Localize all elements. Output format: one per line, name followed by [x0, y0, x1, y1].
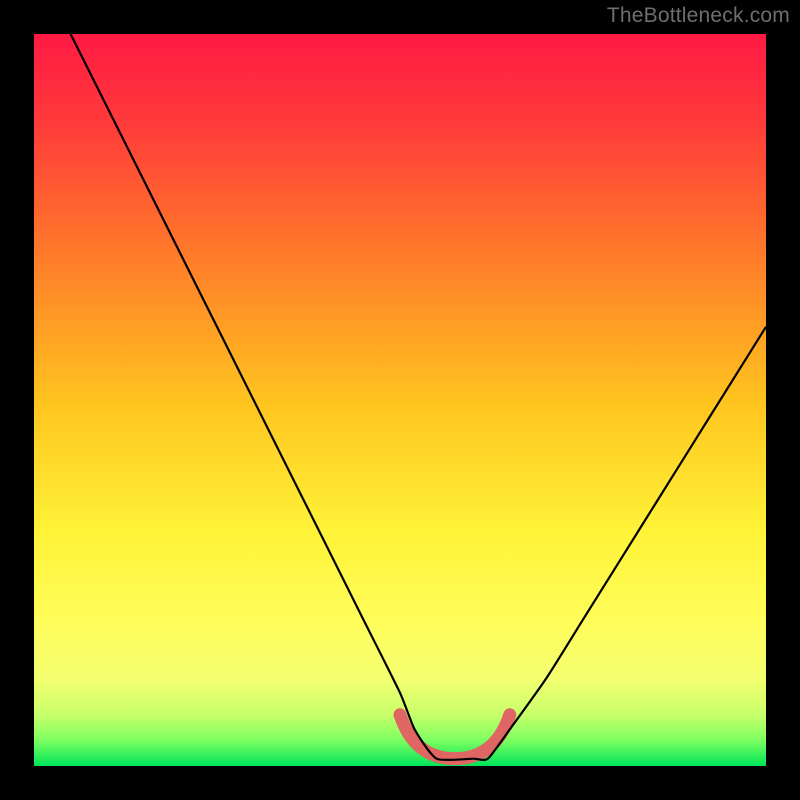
bottleneck-chart — [34, 34, 766, 766]
chart-frame: TheBottleneck.com — [0, 0, 800, 800]
gradient-background — [34, 34, 766, 766]
watermark-text: TheBottleneck.com — [607, 4, 790, 28]
